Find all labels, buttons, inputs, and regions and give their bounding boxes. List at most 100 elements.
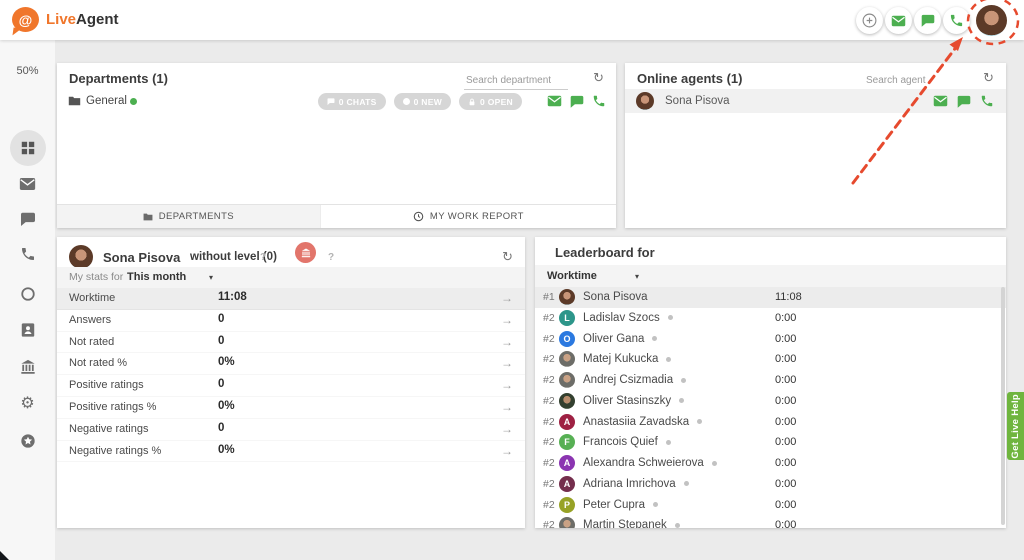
department-row[interactable]: General 0 CHATS 0 NEW 0 OPEN [57,90,616,113]
tab-my-work-report[interactable]: MY WORK REPORT [320,205,616,228]
new-ticket-button[interactable] [856,7,883,34]
chevron-down-icon[interactable]: ▾ [635,272,639,281]
leaderboard-row[interactable]: #2 L Ladislav Szocs 0:00 [535,308,1006,329]
sidebar-item-calls[interactable] [0,236,55,272]
avatar [559,372,575,388]
rank-label: #2 [543,499,555,511]
leaderboard-row[interactable]: #2 A Alexandra Schweierova 0:00 [535,453,1006,474]
mail-icon[interactable] [933,95,948,107]
stat-row[interactable]: Negative ratings % 0% → [57,441,525,463]
row-arrow-icon[interactable]: → [501,400,513,414]
leaderboard-row[interactable]: #2 A Adriana Imrichova 0:00 [535,474,1006,495]
user-avatar[interactable] [976,5,1007,36]
liveagent-logo[interactable]: @ LiveAgent [12,7,119,32]
sidebar-item-chats[interactable] [0,201,55,237]
sidebar-item-dashboard[interactable] [0,130,55,166]
worktime-value: 0:00 [775,499,796,511]
dashboard-grid-icon [20,140,36,156]
tab-departments[interactable]: DEPARTMENTS [57,205,320,228]
leaderboard-panel: Leaderboard for Worktime ▾ #1 Sona Pisov… [535,237,1006,528]
worktime-value: 0:00 [775,333,796,345]
status-dot [681,378,686,383]
period-dropdown[interactable]: This month [127,271,186,283]
leaderboard-row[interactable]: #2 O Oliver Gana 0:00 [535,329,1006,350]
leaderboard-metric-bar: Worktime ▾ [535,265,1006,287]
sidebar-item-tickets[interactable] [0,166,55,202]
mail-button[interactable] [885,7,912,34]
stat-label: Negative ratings % [69,445,161,457]
refresh-icon[interactable]: ↻ [593,71,604,84]
department-badges: 0 CHATS 0 NEW 0 OPEN [318,93,522,110]
avatar: A [559,414,575,430]
help-icon[interactable]: ? [328,252,334,263]
chat-button[interactable] [914,7,941,34]
leaderboard-row[interactable]: #2 Oliver Stasinszky 0:00 [535,391,1006,412]
status-dot [666,440,671,445]
stat-row[interactable]: Not rated % 0% → [57,353,525,375]
phone-icon[interactable] [592,94,606,108]
leaderboard-row[interactable]: #2 Martin Stepanek 0:00 [535,515,1006,528]
leaderboard-row[interactable]: #2 P Peter Cupra 0:00 [535,495,1006,516]
worktime-value: 0:00 [775,416,796,428]
logo-text: LiveAgent [46,11,119,28]
worktime-value: 0:00 [775,436,796,448]
leaderboard-row[interactable]: #2 F Francois Quief 0:00 [535,432,1006,453]
sidebar-item-customers[interactable] [0,312,55,348]
stat-row[interactable]: Not rated 0 → [57,332,525,354]
sidebar-item-addons[interactable] [0,423,55,459]
rank-label: #2 [543,519,555,528]
rank-label: #2 [543,457,555,469]
get-live-help-button[interactable]: Get Live Help [1007,392,1024,460]
avatar [559,517,575,528]
chevron-down-icon[interactable]: ▾ [209,273,213,282]
agent-row[interactable]: Sona Pisova [625,89,1006,113]
stat-row[interactable]: Answers 0 → [57,310,525,332]
department-search-input[interactable] [464,72,568,90]
phone-icon[interactable] [980,94,994,108]
row-arrow-icon[interactable]: → [501,335,513,349]
stat-row[interactable]: Positive ratings % 0% → [57,397,525,419]
sidebar-item-online-status[interactable] [0,276,55,312]
agent-name: Martin Stepanek [583,519,667,528]
refresh-icon[interactable]: ↻ [983,71,994,84]
help-icon[interactable]: ? [260,252,266,263]
avatar: A [559,455,575,471]
new-badge: 0 NEW [394,93,451,110]
row-arrow-icon[interactable]: → [501,291,513,305]
sidebar-item-settings[interactable]: ⚙ [0,385,55,421]
logo-agent-text: Agent [76,11,119,28]
chats-badge: 0 CHATS [318,93,386,110]
agent-name: Adriana Imrichova [583,478,676,490]
row-arrow-icon[interactable]: → [501,356,513,370]
row-arrow-icon[interactable]: → [501,422,513,436]
departments-panel: Departments (1) ↻ General 0 CHATS 0 NEW … [57,63,616,228]
stat-row[interactable]: Negative ratings 0 → [57,419,525,441]
status-dot [652,336,657,341]
call-button[interactable] [943,7,970,34]
stat-row[interactable]: Worktime 11:08 → [57,288,525,310]
row-arrow-icon[interactable]: → [501,378,513,392]
chat-icon[interactable] [957,95,971,108]
worktime-value: 0:00 [775,374,796,386]
stat-value: 0 [218,335,224,347]
refresh-icon[interactable]: ↻ [502,250,513,263]
chat-icon[interactable] [570,95,584,108]
scrollbar[interactable] [1001,287,1005,525]
online-agents-panel: Online agents (1) ↻ Sona Pisova [625,63,1006,228]
leaderboard-row[interactable]: #2 Andrej Csizmadia 0:00 [535,370,1006,391]
leaderboard-row[interactable]: #2 Matej Kukucka 0:00 [535,349,1006,370]
bank-icon [301,248,311,258]
metric-dropdown[interactable]: Worktime [547,270,597,282]
stat-row[interactable]: Positive ratings 0 → [57,375,525,397]
agent-search-input[interactable] [864,72,960,90]
row-arrow-icon[interactable]: → [501,313,513,327]
rank-label: #2 [543,478,555,490]
sidebar-item-knowledgebase[interactable] [0,349,55,385]
leaderboard-row[interactable]: #1 Sona Pisova 11:08 [535,287,1006,308]
mail-icon[interactable] [547,95,562,107]
chat-widget-corner [0,551,9,560]
rank-label: #2 [543,374,555,386]
avatar [559,393,575,409]
row-arrow-icon[interactable]: → [501,444,513,458]
leaderboard-row[interactable]: #2 A Anastasiia Zavadska 0:00 [535,412,1006,433]
